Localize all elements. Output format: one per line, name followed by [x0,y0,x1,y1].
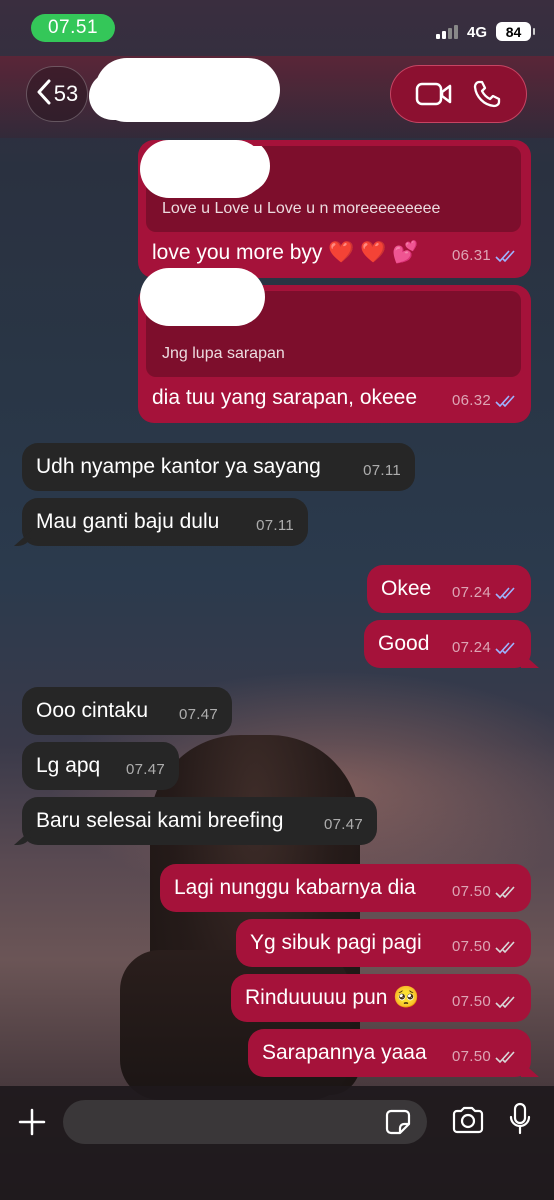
message-meta: 06.31 [452,243,517,269]
unread-count: 53 [53,81,79,106]
message-text: Baru selesai kami breefing [36,809,284,832]
message-text: Ooo cintaku [36,699,149,722]
battery-indicator: 84 [496,22,535,41]
message-time: 07.24 [451,584,491,601]
message-meta: 07.24 [452,580,517,606]
message-text: Lagi nunggu kabarnya dia [174,876,416,899]
status-time[interactable]: 07.51 [31,14,115,42]
composer-bar [0,1086,554,1200]
microphone-icon[interactable] [508,1102,532,1141]
read-receipt-icon [495,249,517,263]
message-meta: 07.50 [452,1044,517,1070]
message-bubble-outgoing[interactable]: Good 07.24 [364,620,539,668]
delivered-receipt-icon [495,1050,517,1064]
message-time: 06.31 [451,247,491,264]
bubble-tail [521,1061,539,1077]
message-bubble-incoming[interactable]: Baru selesai kami breefing 07.47 [14,797,377,845]
message-bubble-incoming[interactable]: Lg apq 07.47 [22,742,179,790]
message-meta: 07.50 [452,934,517,960]
status-bar: 07.51 4G 84 [0,0,554,56]
message-text: Lg apq [36,754,101,777]
signal-icon [436,25,458,39]
read-receipt-icon [495,641,517,655]
message-time: 06.32 [451,392,491,409]
message-bubble-incoming[interactable]: Ooo cintaku 07.47 [22,687,232,735]
read-receipt-icon [495,394,517,408]
plus-icon[interactable] [14,1104,50,1140]
delivered-receipt-icon [495,995,517,1009]
video-call-icon[interactable] [415,81,453,107]
quoted-text: Jng lupa sarapan [162,345,285,362]
message-bubble-incoming[interactable]: Mau ganti baju dulu 07.11 [14,498,308,546]
message-text: love you more byy ❤️ ❤️ 💕 [152,241,419,264]
bubble-tail [14,530,32,546]
message-text: Yg sibuk pagi pagi [250,931,422,954]
wallpaper-arm [120,950,350,1100]
network-type: 4G [467,24,488,41]
message-meta: 07.24 [452,635,517,661]
message-time: 07.47 [323,816,363,833]
message-text: Rinduuuuu pun 🥺 [245,986,420,1009]
message-meta: 07.50 [452,879,517,905]
message-text: Sarapannya yaaa [262,1041,427,1064]
message-bubble-outgoing[interactable]: Okee 07.24 [367,565,531,613]
message-time: 07.11 [363,462,401,479]
message-text: Okee [381,577,432,600]
delivered-receipt-icon [495,940,517,954]
contact-name-redacted[interactable] [89,58,280,122]
message-input[interactable] [63,1100,427,1144]
quoted-text: Love u Love u Love u n moreeeeeeeee [162,200,441,217]
message-time: 07.47 [125,761,165,778]
message-bubble-outgoing[interactable]: Yg sibuk pagi pagi 07.50 [236,919,531,967]
message-time: 07.47 [178,706,218,723]
message-bubble-outgoing[interactable]: Lagi nunggu kabarnya dia 07.50 [160,864,531,912]
message-time: 07.50 [451,993,491,1010]
message-time: 07.50 [451,1048,491,1065]
sticker-icon[interactable] [385,1109,411,1140]
message-time: 07.50 [451,938,491,955]
message-bubble-outgoing[interactable]: Sarapannya yaaa 07.50 [248,1029,539,1077]
read-receipt-icon [495,586,517,600]
quote-redaction [140,268,265,326]
message-text: dia tuu yang sarapan, okeee [152,386,418,409]
message-text: Good [378,632,430,655]
message-bubble-incoming[interactable]: Udh nyampe kantor ya sayang 07.11 [22,443,415,491]
phone-icon[interactable] [472,79,502,109]
chat-header: 53 [0,56,554,138]
message-meta: 07.50 [452,989,517,1015]
message-meta: 06.32 [452,388,517,414]
delivered-receipt-icon [495,885,517,899]
chevron-left-icon [36,79,52,110]
message-time: 07.50 [451,883,491,900]
message-text: Udh nyampe kantor ya sayang [36,455,321,478]
call-buttons [390,65,527,123]
message-text: Mau ganti baju dulu [36,510,220,533]
back-button[interactable]: 53 [26,66,88,122]
message-time: 07.11 [256,517,294,534]
quote-redaction [140,140,265,198]
message-bubble-outgoing[interactable]: Rinduuuuu pun 🥺 07.50 [231,974,531,1022]
message-time: 07.24 [451,639,491,656]
camera-icon[interactable] [451,1106,485,1139]
